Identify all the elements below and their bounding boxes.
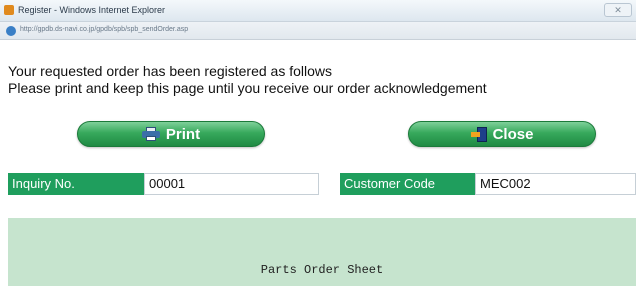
inquiry-no-label: Inquiry No. bbox=[8, 173, 144, 195]
window-close-button[interactable]: ✕ bbox=[604, 3, 632, 17]
close-button-label: Close bbox=[492, 125, 534, 143]
message-line-1: Your requested order has been registered… bbox=[8, 63, 333, 79]
confirmation-message: Your requested order has been registered… bbox=[8, 63, 487, 97]
exit-door-icon bbox=[470, 126, 487, 142]
window-title: Register - Windows Internet Explorer bbox=[18, 5, 166, 15]
close-icon: ✕ bbox=[614, 5, 622, 15]
message-line-2: Please print and keep this page until yo… bbox=[8, 80, 487, 96]
customer-code-label: Customer Code bbox=[340, 173, 475, 195]
printer-icon bbox=[141, 127, 160, 141]
customer-code-value: MEC002 bbox=[475, 173, 636, 195]
ie-app-icon bbox=[4, 5, 14, 15]
close-button[interactable]: Close bbox=[408, 121, 596, 147]
address-url[interactable]: http://gpdb.ds-navi.co.jp/gpdb/spb/spb_s… bbox=[20, 26, 188, 33]
inquiry-no-value: 00001 bbox=[144, 173, 319, 195]
address-bar[interactable]: http://gpdb.ds-navi.co.jp/gpdb/spb/spb_s… bbox=[0, 22, 636, 40]
window-titlebar: Register - Windows Internet Explorer ✕ bbox=[0, 0, 636, 22]
print-button-label: Print bbox=[165, 125, 201, 143]
order-sheet-panel: Parts Order Sheet bbox=[8, 218, 636, 286]
order-sheet-title: Parts Order Sheet bbox=[260, 263, 384, 277]
ie-page-icon bbox=[6, 26, 16, 36]
print-button[interactable]: Print bbox=[77, 121, 265, 147]
